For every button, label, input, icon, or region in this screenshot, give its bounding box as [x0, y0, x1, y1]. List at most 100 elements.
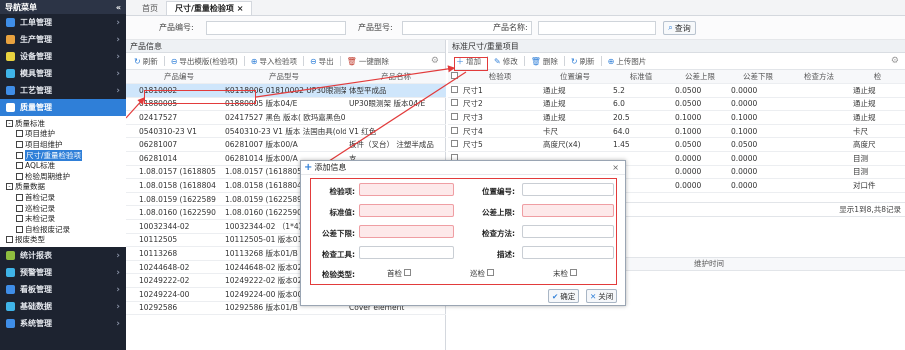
- patrol-check-checkbox[interactable]: [487, 269, 495, 276]
- table-row[interactable]: 0540310-23 V1 0540310-23 V1 版本 法国由具(old) V…: [126, 124, 446, 139]
- check-method-label: 检查方法:: [482, 229, 515, 238]
- column-header[interactable]: 检查方法: [788, 70, 850, 85]
- column-header[interactable]: 产品编号: [136, 70, 222, 85]
- table-cell: 0.1000: [728, 124, 788, 139]
- last-check-option[interactable]: 末检: [553, 268, 578, 279]
- position-code-input[interactable]: [522, 183, 614, 196]
- lower-tolerance-input[interactable]: [359, 225, 454, 238]
- column-header[interactable]: 位置编号: [540, 70, 610, 85]
- first-check-option[interactable]: 首检: [387, 268, 412, 279]
- table-row[interactable]: 尺寸3 通止规 20.5 0.1000 0.1000 通止规: [448, 110, 905, 125]
- menu-icon: [6, 268, 15, 278]
- patrol-check-option[interactable]: 巡检: [470, 268, 495, 279]
- export-button[interactable]: ⊖ 导出: [306, 54, 338, 69]
- row-checkbox[interactable]: [448, 124, 460, 139]
- tab-size-weight[interactable]: 尺寸/重量检验项 ×: [166, 1, 253, 15]
- refresh-button[interactable]: ↻ 刷新: [130, 54, 162, 69]
- refresh-button[interactable]: ↻ 刷新: [567, 54, 599, 69]
- collapse-icon[interactable]: «: [116, 3, 121, 12]
- product-name-input[interactable]: [538, 21, 656, 35]
- table-cell: 1.08.0160 (1622590: [136, 205, 222, 221]
- tree-item[interactable]: 报废类型: [4, 235, 126, 246]
- divider: [163, 56, 165, 66]
- table-row[interactable]: 尺寸5 高度尺(x4) 1.45 0.0500 0.0500 高度尺: [448, 137, 905, 153]
- nav-groups_bottom-2[interactable]: 看板管理 ›: [0, 281, 126, 298]
- row-marker: [126, 192, 136, 207]
- column-header[interactable]: 检: [850, 70, 905, 85]
- row-checkbox[interactable]: [448, 110, 460, 125]
- nav-groups_bottom-1[interactable]: 预警管理 ›: [0, 264, 126, 281]
- nav-groups_top-0[interactable]: 工单管理 ›: [0, 14, 126, 31]
- gear-icon[interactable]: ⚙: [891, 56, 899, 66]
- column-header[interactable]: 公差下限: [728, 70, 788, 85]
- close-button[interactable]: ✕ 关闭: [586, 289, 618, 303]
- gear-icon[interactable]: ⚙: [431, 56, 439, 66]
- column-header[interactable]: 检验项: [460, 70, 540, 85]
- tree-item[interactable]: 自检报废记录: [4, 224, 126, 235]
- delete-button[interactable]: 🗑 删除: [527, 54, 562, 69]
- table-row[interactable]: 尺寸1 通止规 5.2 0.0500 0.0000 通止规: [448, 83, 905, 98]
- nav-label: 生产管理: [20, 35, 52, 44]
- nav-groups_top-4[interactable]: 工艺管理 ›: [0, 82, 126, 99]
- standard-value-input[interactable]: [359, 204, 454, 217]
- tree-item[interactable]: 首检记录: [4, 192, 126, 203]
- row-checkbox[interactable]: [448, 83, 460, 98]
- menu-icon: [6, 35, 15, 44]
- tree-item[interactable]: AQL标准: [4, 160, 126, 171]
- nav-groups_top-3[interactable]: 模具管理 ›: [0, 65, 126, 82]
- tree-item[interactable]: 尺寸/重量检验项: [4, 149, 126, 161]
- row-checkbox[interactable]: [448, 137, 460, 153]
- tab-home[interactable]: 首页: [134, 1, 166, 15]
- select-all-checkbox[interactable]: [448, 70, 460, 85]
- import-button[interactable]: ⊕ 导入检验项: [247, 54, 301, 69]
- column-header[interactable]: 产品型号: [222, 70, 346, 85]
- add-info-dialog: + 添加信息 × 检验项: 位置编号: 标准值: 公差上限: 公差下限: 检查方…: [300, 160, 626, 306]
- table-row[interactable]: 尺寸2 通止规 6.0 0.0500 0.0000 通止规: [448, 97, 905, 112]
- tree-item[interactable]: 项目维护: [4, 129, 126, 140]
- tree-item[interactable]: - 质量数据: [4, 182, 126, 193]
- tree-item[interactable]: - 质量标准: [4, 118, 126, 129]
- tree-item[interactable]: 检验周期维护: [4, 171, 126, 182]
- upload-image-button[interactable]: ⊕ 上传图片: [604, 54, 651, 69]
- nav-label: 质量管理: [20, 103, 52, 112]
- chevron-right-icon: ›: [116, 301, 120, 312]
- column-header[interactable]: 标准值: [610, 70, 672, 85]
- row-marker: [126, 205, 136, 221]
- nav-groups_top-2[interactable]: 设备管理 ›: [0, 48, 126, 65]
- upper-tolerance-input[interactable]: [522, 204, 614, 217]
- nav-groups_top-1[interactable]: 生产管理 ›: [0, 31, 126, 48]
- inspect-item-input[interactable]: [359, 183, 454, 196]
- tree-item[interactable]: 巡检记录: [4, 203, 126, 214]
- table-row[interactable]: 0241752702417527 黑色 版本( 欧玛嘉黑色02417527: [126, 110, 446, 125]
- dialog-header: + 添加信息 ×: [301, 161, 625, 175]
- nav-groups_bottom-3[interactable]: 基础数据 ›: [0, 298, 126, 315]
- check-method-input[interactable]: [522, 225, 614, 238]
- check-tool-input[interactable]: [359, 246, 454, 259]
- query-button[interactable]: ⌕ 查询: [663, 21, 696, 35]
- delete-all-button[interactable]: 🗑 一键删除: [343, 54, 393, 69]
- upload-icon: ⊕: [607, 56, 615, 66]
- confirm-button[interactable]: ✔ 确定: [548, 289, 580, 303]
- column-header[interactable]: 产品名称: [346, 70, 446, 85]
- nav-label: 看板管理: [20, 285, 52, 295]
- row-checkbox[interactable]: [448, 97, 460, 112]
- tree-item-label: 尺寸/重量检验项: [25, 149, 83, 161]
- nav-groups_bottom-4[interactable]: 系统管理 ›: [0, 315, 126, 332]
- nav-groups_top-5[interactable]: 质量管理: [0, 99, 126, 116]
- close-icon[interactable]: ×: [612, 163, 619, 172]
- first-check-checkbox[interactable]: [404, 269, 412, 276]
- nav-label: 工单管理: [20, 18, 52, 27]
- check-tool-label: 检查工具:: [322, 250, 355, 259]
- nav-groups_bottom-0[interactable]: 统计报表 ›: [0, 247, 126, 264]
- description-input[interactable]: [522, 246, 614, 259]
- tree-item[interactable]: 项目组维护: [4, 139, 126, 150]
- table-row[interactable]: 尺寸4 卡尺 64.0 0.1000 0.1000 卡尺: [448, 124, 905, 139]
- edit-button[interactable]: ✎ 修改: [490, 54, 522, 69]
- table-row[interactable]: 06281007 06281007 版本00/A 扳件（叉台） 注塑半成品: [126, 137, 446, 153]
- export-template-button[interactable]: ⊖ 导出模版(检验项): [167, 54, 242, 69]
- table-cell: 通止规: [540, 97, 610, 112]
- column-header[interactable]: 公差上限: [672, 70, 728, 85]
- last-check-checkbox[interactable]: [570, 269, 578, 276]
- tree-item[interactable]: 末检记录: [4, 213, 126, 224]
- product-code-input[interactable]: [206, 21, 346, 35]
